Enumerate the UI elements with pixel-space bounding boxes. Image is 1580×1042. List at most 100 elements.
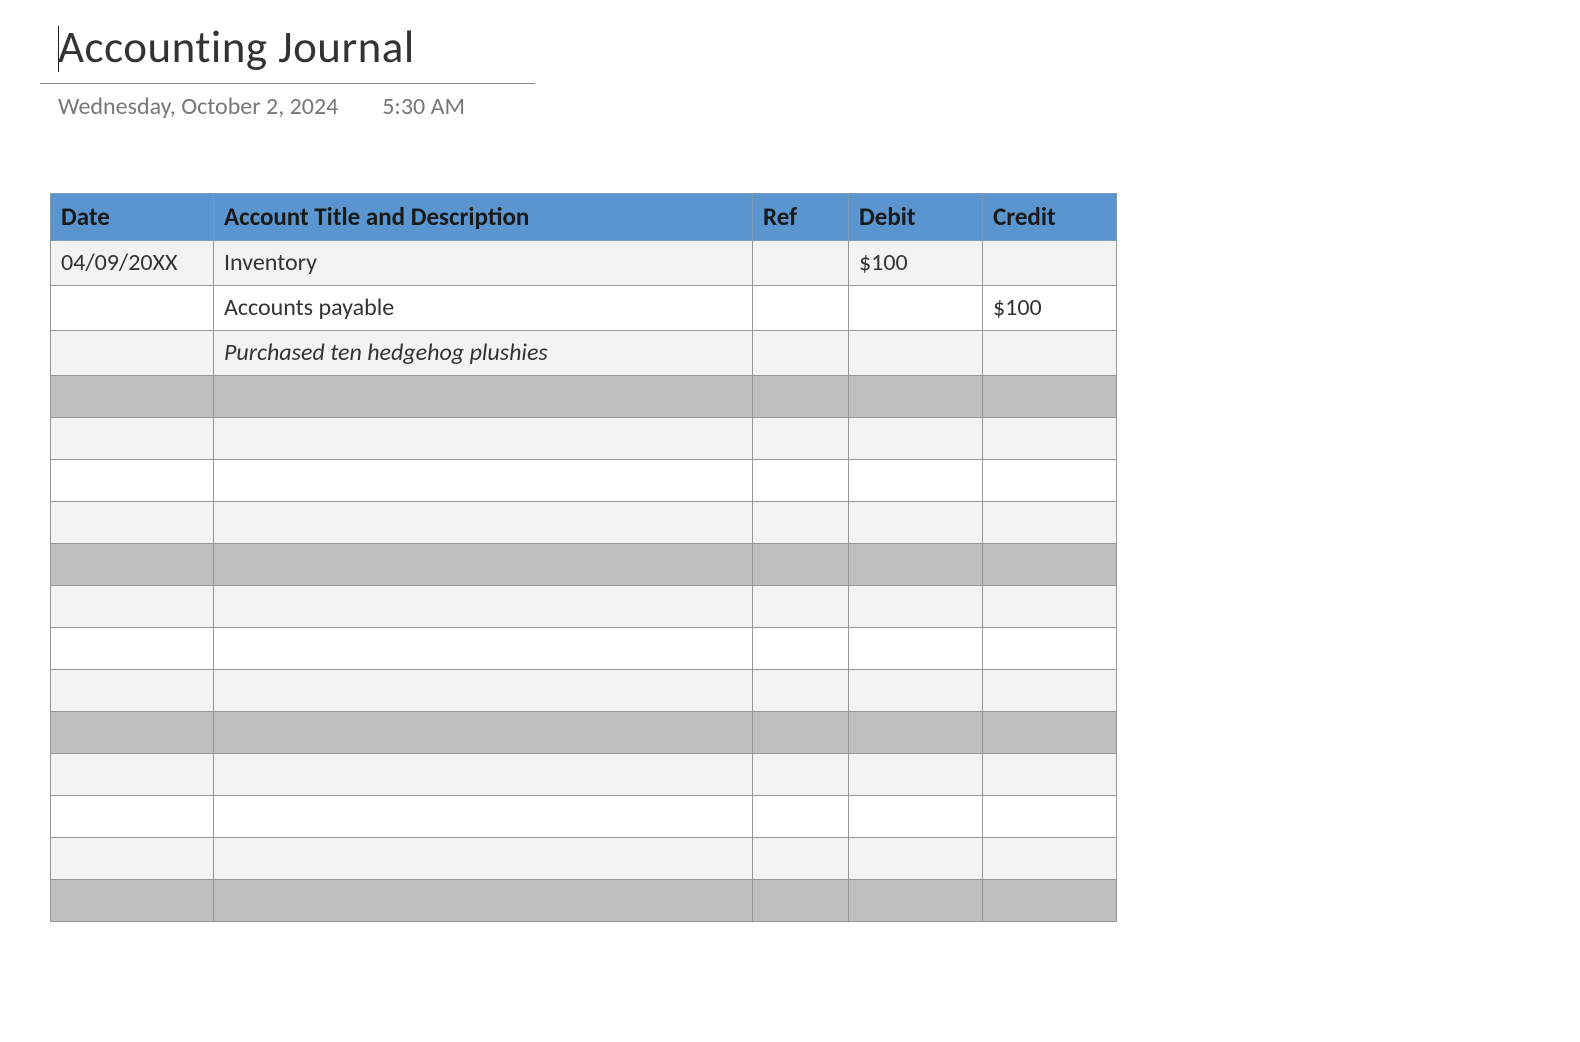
- table-cell[interactable]: Purchased ten hedgehog plushies: [214, 331, 753, 376]
- table-cell[interactable]: [983, 460, 1117, 502]
- table-cell[interactable]: [753, 880, 849, 922]
- table-cell[interactable]: [51, 331, 214, 376]
- col-header-credit[interactable]: Credit: [983, 194, 1117, 241]
- table-cell[interactable]: [849, 670, 983, 712]
- journal-table-wrap: Date Account Title and Description Ref D…: [50, 193, 1540, 922]
- table-cell[interactable]: [849, 754, 983, 796]
- table-cell[interactable]: [983, 838, 1117, 880]
- table-cell[interactable]: [983, 241, 1117, 286]
- table-cell[interactable]: [753, 331, 849, 376]
- table-cell[interactable]: [214, 544, 753, 586]
- table-cell[interactable]: [983, 712, 1117, 754]
- table-cell[interactable]: [849, 502, 983, 544]
- table-cell[interactable]: [849, 628, 983, 670]
- table-cell[interactable]: [983, 502, 1117, 544]
- table-cell[interactable]: [214, 712, 753, 754]
- table-cell[interactable]: [214, 796, 753, 838]
- table-cell[interactable]: [983, 586, 1117, 628]
- table-row: [51, 544, 1117, 586]
- table-cell[interactable]: [753, 586, 849, 628]
- table-cell[interactable]: [51, 838, 214, 880]
- table-cell[interactable]: [849, 286, 983, 331]
- table-cell[interactable]: [983, 331, 1117, 376]
- table-cell[interactable]: [753, 286, 849, 331]
- table-cell[interactable]: [214, 880, 753, 922]
- table-cell[interactable]: [983, 628, 1117, 670]
- table-cell[interactable]: [753, 544, 849, 586]
- table-cell[interactable]: [753, 376, 849, 418]
- table-cell[interactable]: [214, 628, 753, 670]
- table-cell[interactable]: [983, 796, 1117, 838]
- table-cell[interactable]: [51, 502, 214, 544]
- journal-header-row: Date Account Title and Description Ref D…: [51, 194, 1117, 241]
- table-cell[interactable]: [849, 376, 983, 418]
- table-cell[interactable]: [214, 586, 753, 628]
- journal-table[interactable]: Date Account Title and Description Ref D…: [50, 193, 1117, 922]
- table-cell[interactable]: $100: [849, 241, 983, 286]
- table-cell[interactable]: [753, 712, 849, 754]
- table-cell[interactable]: [753, 460, 849, 502]
- table-cell[interactable]: [51, 880, 214, 922]
- page-date: Wednesday, October 2, 2024: [58, 92, 338, 121]
- page-title[interactable]: Accounting Journal: [40, 20, 535, 84]
- table-cell[interactable]: [983, 544, 1117, 586]
- col-header-ref[interactable]: Ref: [753, 194, 849, 241]
- table-cell[interactable]: $100: [983, 286, 1117, 331]
- table-cell[interactable]: [753, 502, 849, 544]
- table-row: [51, 628, 1117, 670]
- table-cell[interactable]: [983, 376, 1117, 418]
- table-cell[interactable]: [753, 418, 849, 460]
- table-row: [51, 838, 1117, 880]
- col-header-desc[interactable]: Account Title and Description: [214, 194, 753, 241]
- table-cell[interactable]: [214, 838, 753, 880]
- table-cell[interactable]: [51, 586, 214, 628]
- table-cell[interactable]: [214, 502, 753, 544]
- table-cell[interactable]: [51, 712, 214, 754]
- table-cell[interactable]: [214, 670, 753, 712]
- table-cell[interactable]: [51, 754, 214, 796]
- table-cell[interactable]: [214, 460, 753, 502]
- table-cell[interactable]: [51, 796, 214, 838]
- table-cell[interactable]: [214, 754, 753, 796]
- table-cell[interactable]: [849, 544, 983, 586]
- table-cell[interactable]: [51, 286, 214, 331]
- table-cell[interactable]: [51, 376, 214, 418]
- table-cell[interactable]: [753, 628, 849, 670]
- table-cell[interactable]: [849, 586, 983, 628]
- table-cell[interactable]: [849, 418, 983, 460]
- table-cell[interactable]: [51, 670, 214, 712]
- table-cell[interactable]: [849, 460, 983, 502]
- table-row: [51, 754, 1117, 796]
- table-cell[interactable]: [983, 880, 1117, 922]
- table-cell[interactable]: [849, 880, 983, 922]
- page-meta: Wednesday, October 2, 2024 5:30 AM: [40, 84, 1540, 121]
- table-cell[interactable]: [753, 670, 849, 712]
- table-cell[interactable]: 04/09/20XX: [51, 241, 214, 286]
- table-cell[interactable]: [983, 418, 1117, 460]
- table-cell[interactable]: [753, 838, 849, 880]
- table-cell[interactable]: Accounts payable: [214, 286, 753, 331]
- col-header-debit[interactable]: Debit: [849, 194, 983, 241]
- table-cell[interactable]: [753, 754, 849, 796]
- col-header-date[interactable]: Date: [51, 194, 214, 241]
- table-cell[interactable]: [983, 670, 1117, 712]
- table-cell[interactable]: [849, 838, 983, 880]
- table-cell[interactable]: Inventory: [214, 241, 753, 286]
- table-cell[interactable]: [753, 796, 849, 838]
- table-cell[interactable]: [214, 376, 753, 418]
- table-row: [51, 670, 1117, 712]
- table-cell[interactable]: [849, 712, 983, 754]
- table-cell[interactable]: [51, 628, 214, 670]
- text-cursor: [58, 26, 59, 72]
- table-cell[interactable]: [849, 796, 983, 838]
- table-cell[interactable]: [51, 418, 214, 460]
- table-cell[interactable]: [51, 460, 214, 502]
- table-cell[interactable]: [51, 544, 214, 586]
- table-cell[interactable]: [849, 331, 983, 376]
- table-cell[interactable]: [983, 754, 1117, 796]
- table-cell[interactable]: [753, 241, 849, 286]
- page-title-text: Accounting Journal: [58, 20, 415, 75]
- table-row: [51, 460, 1117, 502]
- table-cell[interactable]: [214, 418, 753, 460]
- table-row: Accounts payable $100: [51, 286, 1117, 331]
